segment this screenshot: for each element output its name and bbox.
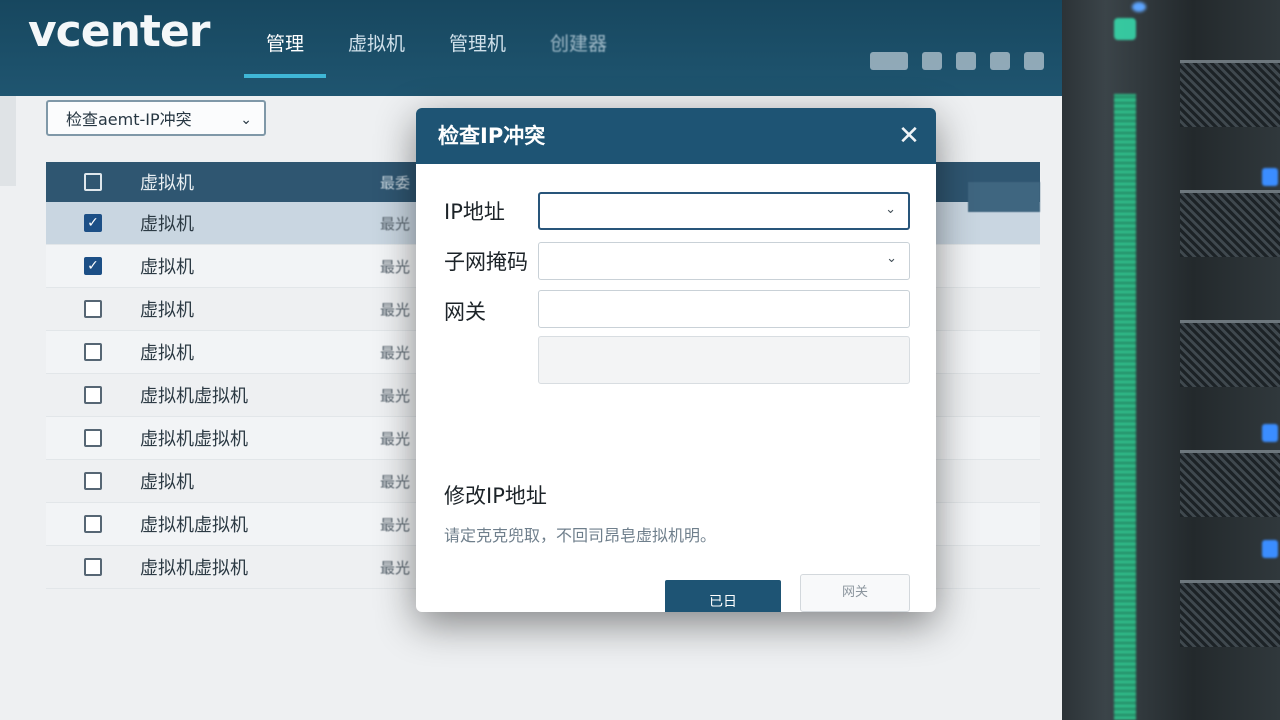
dialog-header: 检查IP冲突 ✕ (416, 108, 936, 164)
modify-ip-title: 修改IP地址 (444, 484, 547, 508)
row-checkbox[interactable] (84, 558, 102, 576)
gateway-field[interactable] (538, 290, 910, 328)
gateway-label: 网关 (444, 300, 486, 324)
subnet-mask-label: 子网掩码 (444, 250, 528, 274)
chevron-down-icon[interactable]: ⌄ (885, 202, 896, 217)
row-checkbox[interactable] (84, 429, 102, 447)
filter-dropdown-value: 检查aemt-IP冲突 (66, 110, 192, 129)
row-checkbox[interactable]: ✓ (84, 214, 102, 232)
rack-status-led (1262, 424, 1278, 442)
vm-name: 虚拟机虚拟机 (140, 515, 248, 536)
rack-unit (1180, 580, 1280, 647)
vm-name: 虚拟机 (140, 300, 194, 321)
bell-icon[interactable] (990, 52, 1010, 70)
rack-unit (1180, 320, 1280, 387)
secondary-button[interactable]: 网关 (800, 574, 910, 612)
main-nav: 管理 虚拟机 管理机 创建器 (244, 0, 629, 96)
extra-field (538, 336, 910, 384)
gear-icon[interactable] (956, 52, 976, 70)
chevron-down-icon: ⌄ (240, 112, 252, 128)
vm-name: 虚拟机虚拟机 (140, 558, 248, 579)
vm-name: 虚拟机 (140, 343, 194, 364)
dialog-title: 检查IP冲突 (438, 124, 546, 148)
subnet-mask-field[interactable]: ⌄ (538, 242, 910, 280)
chevron-down-icon[interactable] (1024, 52, 1044, 70)
nav-tab-manager[interactable]: 管理机 (427, 0, 528, 96)
left-rail (0, 96, 16, 186)
rack-led-strip (1114, 94, 1136, 720)
rack-indicator-light (1132, 2, 1146, 12)
header-name[interactable]: 虚拟机 (140, 169, 380, 195)
check-ip-conflict-dialog: 检查IP冲突 ✕ IP地址 ⌄ 子网掩码 ⌄ 网关 修改IP地址 请定克克兜取，… (416, 108, 936, 612)
row-checkbox[interactable] (84, 343, 102, 361)
row-checkbox[interactable] (84, 515, 102, 533)
select-all-checkbox[interactable] (84, 173, 102, 191)
rack-unit (1180, 190, 1280, 257)
rack-status-led (1262, 540, 1278, 558)
confirm-button[interactable]: 已日 (665, 580, 781, 612)
row-checkbox[interactable]: ✓ (84, 257, 102, 275)
nav-tab-vms[interactable]: 虚拟机 (326, 0, 427, 96)
vcenter-logo: vcenter (28, 6, 211, 57)
rack-status-led (1262, 168, 1278, 186)
ip-address-field[interactable]: ⌄ (538, 192, 910, 230)
row-checkbox[interactable] (84, 386, 102, 404)
rack-led-top (1114, 18, 1136, 40)
vm-name: 虚拟机 (140, 472, 194, 493)
document-icon[interactable] (922, 52, 942, 70)
modify-ip-description: 请定克克兜取，不回司昂皂虚拟机明。 (444, 526, 717, 545)
nav-tab-create[interactable]: 创建器 (528, 0, 629, 96)
rack-unit (1180, 60, 1280, 127)
top-navigation-bar: vcenter 管理 虚拟机 管理机 创建器 (0, 0, 1062, 96)
row-checkbox[interactable] (84, 300, 102, 318)
vm-name: 虚拟机 (140, 214, 194, 235)
dialog-body: IP地址 ⌄ 子网掩码 ⌄ 网关 修改IP地址 请定克克兜取，不回司昂皂虚拟机明… (416, 164, 936, 612)
toolbar-icons (870, 52, 1044, 70)
vm-name: 虚拟机虚拟机 (140, 386, 248, 407)
chevron-down-icon[interactable]: ⌄ (886, 251, 897, 266)
vm-name: 虚拟机 (140, 257, 194, 278)
rack-unit (1180, 450, 1280, 517)
badge-icon[interactable] (870, 52, 908, 70)
row-checkbox[interactable] (84, 472, 102, 490)
ip-address-label: IP地址 (444, 200, 505, 224)
vm-name: 虚拟机虚拟机 (140, 429, 248, 450)
header-status (968, 182, 1040, 212)
nav-tab-manage[interactable]: 管理 (244, 0, 327, 96)
filter-dropdown[interactable]: 检查aemt-IP冲突 ⌄ (46, 100, 266, 136)
close-icon[interactable]: ✕ (894, 121, 924, 151)
